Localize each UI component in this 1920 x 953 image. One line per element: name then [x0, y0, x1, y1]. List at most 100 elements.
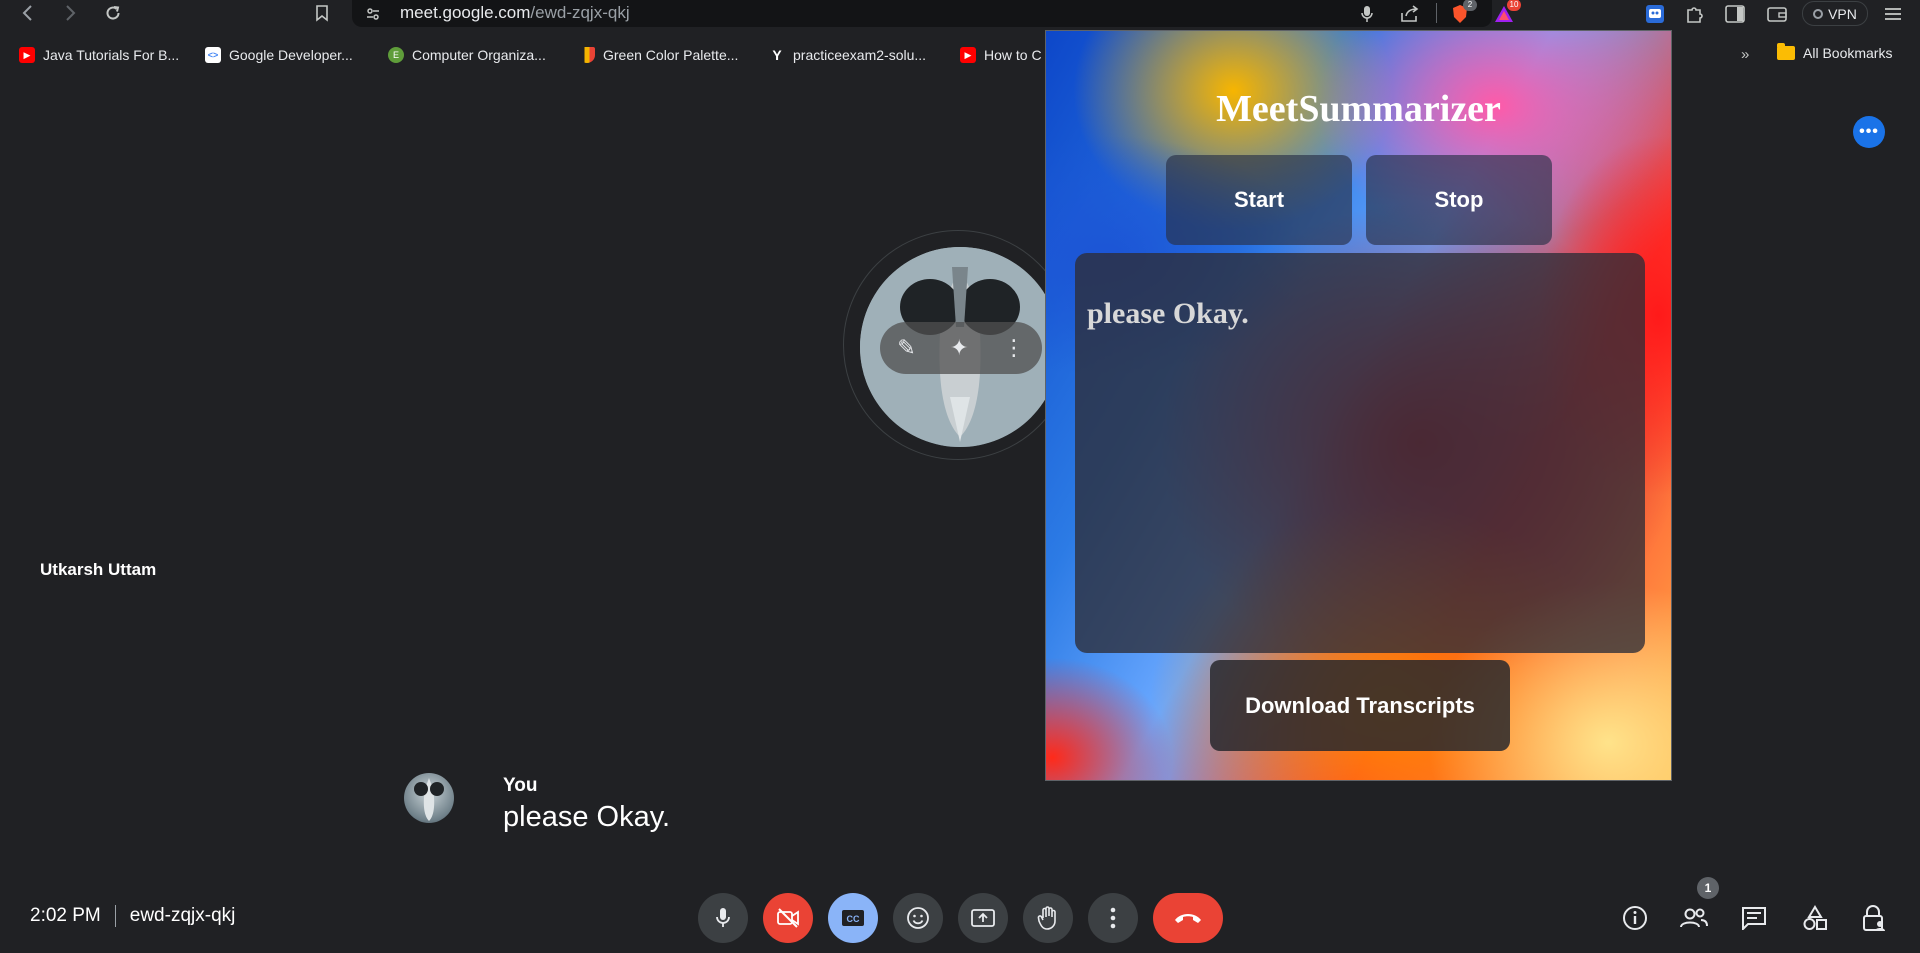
- caption-speaker: You: [503, 775, 538, 796]
- vpn-label: VPN: [1828, 5, 1857, 22]
- extensions-puzzle-icon[interactable]: [1682, 1, 1708, 27]
- reactions-button[interactable]: [893, 893, 943, 943]
- people-count-badge: 1: [1697, 877, 1719, 899]
- rewards-count-badge: 10: [1507, 0, 1521, 11]
- present-screen-button[interactable]: [958, 893, 1008, 943]
- back-button[interactable]: [16, 1, 40, 25]
- host-controls-button[interactable]: [1858, 902, 1890, 934]
- bookmark-item[interactable]: <> Google Developer...: [205, 45, 353, 65]
- transcript-area[interactable]: please Okay.: [1075, 253, 1645, 653]
- y-logo-icon: Y: [772, 47, 782, 63]
- shapes-icon: [1803, 905, 1827, 930]
- bookmark-item[interactable]: ▶ How to C: [960, 45, 1042, 65]
- all-bookmarks-button[interactable]: All Bookmarks: [1777, 43, 1893, 61]
- divider: [114, 905, 116, 927]
- back-arrow-icon: [22, 5, 32, 21]
- bookmark-label: How to C: [984, 47, 1042, 63]
- bookmark-label: Java Tutorials For B...: [43, 47, 180, 63]
- lock-person-icon: [1863, 905, 1885, 931]
- emoji-icon: [907, 907, 929, 929]
- bookmark-item[interactable]: E Computer Organiza...: [388, 45, 546, 65]
- present-icon: [971, 909, 995, 927]
- wallet-icon[interactable]: [1764, 1, 1790, 27]
- youtube-icon: ▶: [960, 47, 976, 63]
- more-horiz-icon: •••: [1859, 123, 1879, 140]
- url-text[interactable]: meet.google.com/ewd-zqjx-qkj: [400, 3, 630, 23]
- meeting-info: 2:02 PM ewd-zqjx-qkj: [30, 905, 235, 927]
- more-vert-icon: [1110, 907, 1116, 929]
- forward-button[interactable]: [58, 1, 82, 25]
- site-logo-icon: E: [388, 47, 404, 63]
- vpn-button[interactable]: VPN: [1802, 1, 1868, 26]
- bookmark-item[interactable]: ▶ Java Tutorials For B...: [19, 45, 179, 65]
- hand-icon: [1037, 906, 1056, 930]
- reload-button[interactable]: [101, 1, 125, 25]
- captions-button[interactable]: CC: [828, 893, 878, 943]
- bookmarks-overflow-button[interactable]: »: [1741, 46, 1749, 63]
- bookmark-item[interactable]: Green Color Palette...: [579, 45, 738, 65]
- activities-button[interactable]: [1799, 902, 1831, 934]
- brave-shields-icon[interactable]: 2: [1447, 0, 1477, 27]
- bookmark-label: Computer Organiza...: [412, 47, 546, 63]
- folder-icon: [1777, 43, 1795, 60]
- url-host: meet.google.com: [400, 3, 531, 22]
- meetsummarizer-popup: MeetSummarizer Start Stop please Okay. D…: [1045, 30, 1672, 781]
- site-settings-icon[interactable]: [360, 1, 386, 27]
- svg-text:CC: CC: [847, 914, 860, 924]
- download-transcripts-button[interactable]: Download Transcripts: [1210, 660, 1510, 751]
- microphone-icon: [716, 908, 730, 927]
- vpn-status-icon: [1813, 8, 1824, 19]
- participant-name: Utkarsh Uttam: [40, 560, 157, 579]
- shields-count-badge: 2: [1463, 0, 1477, 11]
- meetsummarizer-extension-icon[interactable]: [1642, 1, 1668, 27]
- more-options-button[interactable]: [1088, 893, 1138, 943]
- sparkle-effects-icon[interactable]: ✦: [950, 335, 968, 361]
- meeting-details-button[interactable]: [1619, 902, 1651, 934]
- start-button[interactable]: Start: [1166, 155, 1352, 245]
- info-icon: [1623, 906, 1647, 930]
- youtube-icon: ▶: [19, 47, 35, 63]
- closed-captions-icon: CC: [842, 910, 864, 926]
- bookmark-item[interactable]: Y practiceexam2-solu...: [769, 45, 926, 65]
- share-icon[interactable]: [1397, 1, 1423, 27]
- palette-icon: [579, 47, 595, 63]
- more-options-button[interactable]: •••: [1853, 116, 1885, 148]
- tile-actions: ✎ ✦ ⋮: [880, 322, 1042, 374]
- bookmark-label: Google Developer...: [229, 47, 353, 63]
- microphone-button[interactable]: [698, 893, 748, 943]
- end-call-icon: [1175, 914, 1201, 923]
- popup-title: MeetSummarizer: [1216, 88, 1501, 130]
- google-dev-icon: <>: [205, 47, 221, 63]
- chat-button[interactable]: [1738, 902, 1770, 934]
- raise-hand-button[interactable]: [1023, 893, 1073, 943]
- people-button[interactable]: [1678, 902, 1710, 934]
- more-vert-icon[interactable]: ⋮: [1003, 335, 1025, 361]
- sidebar-toggle-icon[interactable]: [1722, 1, 1748, 27]
- brave-rewards-icon[interactable]: 10: [1491, 0, 1521, 27]
- divider: [1436, 3, 1437, 23]
- camera-button[interactable]: [763, 893, 813, 943]
- bookmark-label: practiceexam2-solu...: [793, 47, 927, 63]
- stop-button[interactable]: Stop: [1366, 155, 1552, 245]
- url-path: /ewd-zqjx-qkj: [530, 3, 630, 22]
- avatar: [404, 773, 454, 823]
- browser-menu-icon[interactable]: [1880, 1, 1906, 27]
- all-bookmarks-label: All Bookmarks: [1803, 45, 1893, 61]
- caption-text: please Okay.: [503, 801, 671, 833]
- jet-thumbnail: [414, 778, 444, 821]
- camera-off-icon: [777, 908, 799, 928]
- people-icon: [1680, 908, 1708, 928]
- chat-icon: [1742, 907, 1766, 930]
- bookmark-icon: [316, 5, 328, 22]
- browser-toolbar: meet.google.com/ewd-zqjx-qkj 2 10 VPN: [0, 0, 1920, 27]
- leave-call-button[interactable]: [1153, 893, 1223, 943]
- forward-arrow-icon: [66, 5, 76, 21]
- bookmark-page-button[interactable]: [310, 1, 334, 25]
- meeting-code: ewd-zqjx-qkj: [129, 905, 236, 926]
- voice-search-icon[interactable]: [1354, 1, 1380, 27]
- transcript-text: please Okay.: [1087, 297, 1249, 330]
- clock-time: 2:02 PM: [30, 905, 101, 926]
- bookmark-label: Green Color Palette...: [603, 47, 739, 63]
- pin-icon[interactable]: ✎: [897, 335, 915, 361]
- reload-icon: [106, 6, 120, 20]
